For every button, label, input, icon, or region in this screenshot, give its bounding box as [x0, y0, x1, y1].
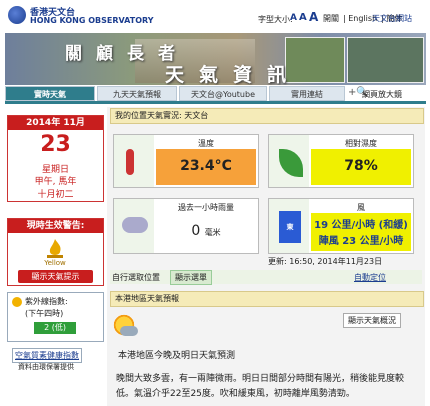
- temperature-value: 23.4°C: [156, 149, 256, 185]
- temperature-card: 溫度 23.4°C: [113, 134, 259, 188]
- wind-direction-icon: 東: [279, 211, 301, 243]
- show-menu-button[interactable]: 顯示選單: [170, 270, 212, 285]
- aqhi-link[interactable]: 空氣質素健康指數: [12, 348, 82, 363]
- date-day: 23: [40, 132, 71, 157]
- location-select-row: 自行選取位置 顯示選單 自動定位: [110, 270, 422, 285]
- magnifier-icon[interactable]: +🔍: [348, 88, 369, 98]
- uv-panel: 紫外線指數: (下午四時) 2 (低): [7, 292, 104, 342]
- logo-english[interactable]: HONG KONG OBSERVATORY: [30, 16, 154, 25]
- tab-current-weather[interactable]: 實時天氣: [5, 86, 95, 101]
- rain-cloud-icon: [122, 217, 148, 233]
- wind-value-cell: 19 公里/小時 (和緩) 陣風 23 公里/小時: [311, 213, 411, 251]
- humidity-value: 78%: [311, 149, 411, 185]
- date-panel: 2014年 11月 23 星期日 甲午, 馬年 十月初二: [7, 115, 104, 202]
- cloud-icon: [120, 326, 138, 336]
- uv-title: 紫外線指數:: [25, 297, 68, 306]
- font-size-small-button[interactable]: A: [290, 13, 297, 23]
- sun-icon: [12, 297, 22, 307]
- wind-gust: 陣風 23 公里/小時: [318, 236, 404, 247]
- wind-card: 東 風 19 公里/小時 (和緩) 陣風 23 公里/小時: [268, 198, 414, 254]
- forecast-heading: 本港地區今晚及明日天氣預測: [118, 351, 236, 361]
- humidity-card: 相對濕度 78%: [268, 134, 414, 188]
- location-bar: 我的位置天氣實況: 天文台: [110, 108, 424, 124]
- banner-title-line2: 天氣資訊: [165, 64, 302, 85]
- forecast-text: 晚間大致多雲，有一兩陣微雨。明日日間部分時間有陽光，稍後能見度較: [116, 374, 405, 384]
- warnings-title: 現時生效警告:: [8, 219, 103, 233]
- hko-logo-icon[interactable]: [8, 6, 26, 24]
- uv-value-badge: 2 (低): [34, 322, 76, 334]
- auto-locate-link[interactable]: 自動定位: [354, 272, 386, 283]
- tab-youtube[interactable]: 天文台@Youtube: [179, 86, 267, 101]
- location-title: 我的位置天氣實況: 天文台: [115, 111, 209, 120]
- warning-icon-label: Yellow: [44, 259, 66, 267]
- show-weather-tips-button[interactable]: 顯示天氣提示: [18, 270, 93, 283]
- rainfall-card: 過去一小時雨量 0 毫米: [113, 198, 259, 254]
- tab-useful-links[interactable]: 實用連結: [269, 86, 345, 101]
- tab-divider: [5, 101, 426, 104]
- date-year-month: 2014年 11月: [8, 116, 103, 130]
- thermometer-icon: [126, 149, 134, 175]
- temperature-title: 溫度: [198, 139, 214, 148]
- wind-title: 風: [357, 203, 365, 212]
- observatory-website-link[interactable]: 天文台網站: [372, 13, 412, 24]
- yellow-fire-danger-icon[interactable]: [43, 237, 67, 259]
- rainfall-title: 過去一小時雨量: [178, 203, 234, 212]
- rainfall-unit: 毫米: [204, 228, 221, 237]
- font-size-medium-button[interactable]: A: [299, 12, 307, 23]
- lunar-date: 十月初二: [37, 190, 74, 200]
- humidity-title: 相對濕度: [345, 139, 377, 148]
- toggle-link[interactable]: 開關: [323, 14, 339, 23]
- zoom-link[interactable]: 網頁放大鏡: [362, 89, 402, 100]
- warnings-panel: 現時生效警告: Yellow 顯示天氣提示: [7, 218, 104, 286]
- aqhi-source-note: 資料由環保署提供: [18, 363, 74, 371]
- show-weather-summary-button[interactable]: 顯示天氣概況: [343, 313, 401, 328]
- font-size-label: 字型大小:: [258, 15, 293, 24]
- font-size-large-button[interactable]: A: [309, 10, 318, 24]
- forecast-text: 低。氣溫介乎22至25度。吹和緩東風，初時離岸風勢清勁。: [116, 389, 355, 399]
- lunar-year: 甲午, 馬年: [34, 177, 77, 187]
- banner: 關顧長者 天氣資訊: [5, 33, 426, 85]
- rainfall-value: 0 毫米: [156, 213, 256, 251]
- select-location-label: 自行選取位置: [112, 273, 160, 282]
- tab-nine-day-forecast[interactable]: 九天天氣預報: [97, 86, 177, 101]
- rainfall-amount: 0: [191, 223, 201, 239]
- updated-timestamp: 更新: 16:50, 2014年11月23日: [268, 257, 383, 266]
- forecast-bar: 本港地區天氣預報: [110, 291, 424, 307]
- banner-photo: [347, 37, 424, 83]
- wind-speed: 19 公里/小時 (和緩): [314, 220, 408, 231]
- uv-time: (下午四時): [25, 309, 64, 318]
- leaf-icon: [279, 149, 303, 177]
- forecast-title: 本港地區天氣預報: [115, 294, 179, 303]
